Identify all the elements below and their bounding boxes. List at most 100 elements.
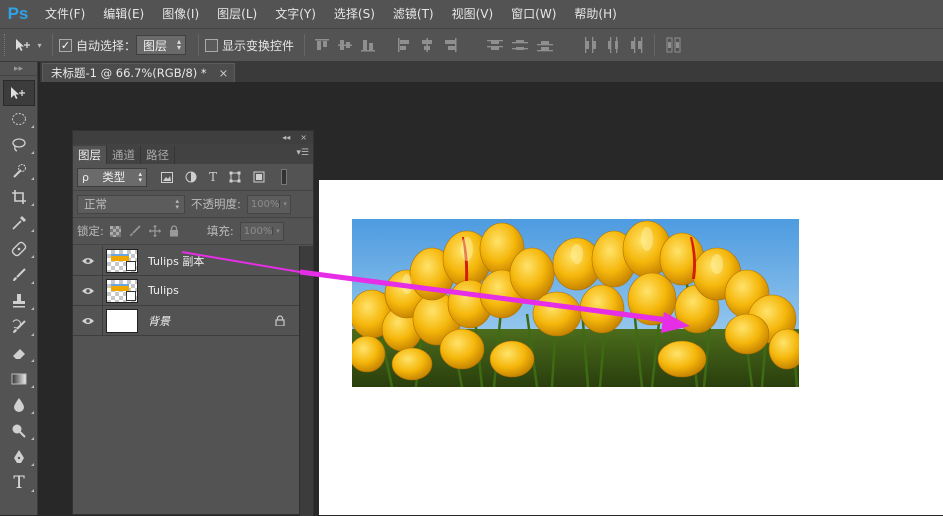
history-brush-tool[interactable] (0, 314, 38, 340)
menu-bar: Ps 文件(F) 编辑(E) 图像(I) 图层(L) 文字(Y) 选择(S) 滤… (0, 0, 943, 28)
layers-scrollbar[interactable] (299, 246, 313, 516)
menu-filter[interactable]: 滤镜(T) (384, 0, 443, 28)
auto-select-target-select[interactable]: 图层 ▴ ▾ (136, 35, 187, 55)
move-tool-icon (16, 39, 31, 51)
tab-channels[interactable]: 通道 (107, 146, 141, 164)
fill-input[interactable]: 100% ▾ (239, 221, 284, 241)
filter-toggle[interactable] (281, 169, 288, 185)
move-tool-icon (11, 87, 25, 99)
layer-name[interactable]: Tulips (148, 284, 179, 297)
blend-mode-select[interactable]: 正常 ▴ ▾ (77, 194, 185, 214)
visibility-toggle[interactable] (73, 305, 103, 336)
menu-edit[interactable]: 编辑(E) (94, 0, 153, 28)
menu-view[interactable]: 视图(V) (443, 0, 503, 28)
visibility-toggle[interactable] (73, 245, 103, 276)
opacity-label: 不透明度: (191, 197, 241, 211)
healing-brush-tool[interactable] (0, 236, 38, 262)
auto-align-layers-icon[interactable] (666, 37, 682, 53)
layer-thumbnail[interactable] (106, 278, 138, 303)
type-tool[interactable]: T (0, 470, 38, 496)
gradient-tool[interactable] (0, 366, 38, 392)
lasso-tool[interactable] (0, 132, 38, 158)
align-hcenter-icon[interactable] (420, 38, 434, 52)
menu-type[interactable]: 文字(Y) (266, 0, 325, 28)
move-tool-preset[interactable]: ▾ (10, 38, 46, 52)
marquee-tool[interactable] (0, 106, 38, 132)
auto-select-target-value: 图层 (143, 38, 168, 53)
layer-row-background[interactable]: 背景 (73, 305, 299, 336)
lock-position-icon[interactable] (148, 225, 161, 237)
blend-mode-value: 正常 (84, 197, 107, 211)
brush-tool[interactable] (0, 262, 38, 288)
blend-row: 正常 ▴ ▾ 不透明度: 100% ▾ (73, 191, 313, 218)
pen-icon (14, 450, 24, 463)
collapse-panel-icon[interactable]: ◂◂ (282, 133, 290, 142)
layer-name[interactable]: 背景 (148, 313, 170, 329)
visibility-toggle[interactable] (73, 275, 103, 306)
tab-layers[interactable]: 图层 (73, 146, 107, 164)
lock-buttons (109, 225, 179, 237)
layer-row-tulips-copy[interactable]: Tulips 副本 (73, 245, 299, 276)
filter-buttons: T (161, 169, 288, 185)
lock-all-icon[interactable] (169, 225, 179, 237)
menu-window[interactable]: 窗口(W) (502, 0, 565, 28)
crop-tool[interactable] (0, 184, 38, 210)
align-vcenter-icon[interactable] (338, 38, 353, 52)
type-layer-filter-icon[interactable]: T (209, 170, 217, 184)
layer-row-tulips[interactable]: Tulips (73, 275, 299, 306)
tools-collapse-icon[interactable]: ▸▸ (0, 62, 37, 76)
menu-image[interactable]: 图像(I) (153, 0, 208, 28)
align-bottom-icon[interactable] (361, 38, 376, 52)
clone-stamp-tool[interactable] (0, 288, 38, 314)
opacity-input[interactable]: 100% ▾ (246, 194, 291, 214)
fill-value: 100% (243, 225, 273, 237)
show-transform-checkbox[interactable] (205, 38, 219, 52)
eye-icon (81, 287, 94, 294)
move-tool[interactable] (3, 80, 35, 106)
layer-thumbnail[interactable] (106, 308, 138, 333)
chevron-down-icon[interactable]: ▾ (279, 200, 289, 208)
align-left-icon[interactable] (397, 38, 411, 52)
distribute-vcenter-icon[interactable] (512, 38, 529, 52)
divider (52, 34, 53, 56)
gradient-icon (11, 373, 27, 385)
layer-filter-select[interactable]: ρ 类型 ▴ ▾ (77, 167, 147, 187)
menu-help[interactable]: 帮助(H) (565, 0, 625, 28)
distribute-top-icon[interactable] (487, 38, 504, 52)
pen-tool[interactable] (0, 444, 38, 470)
distribute-left-icon[interactable] (583, 37, 597, 53)
menu-select[interactable]: 选择(S) (325, 0, 384, 28)
panel-menu-icon[interactable]: ▾☰ (296, 148, 309, 158)
align-top-icon[interactable] (315, 38, 330, 52)
smart-object-filter-icon[interactable] (253, 171, 265, 183)
close-icon[interactable]: × (219, 66, 229, 80)
blur-tool[interactable] (0, 392, 38, 418)
auto-select-checkbox[interactable]: ✓ (59, 38, 72, 52)
layer-filter-value: 类型 (102, 170, 126, 184)
pixel-layer-filter-icon[interactable] (161, 171, 173, 183)
menu-file[interactable]: 文件(F) (36, 0, 94, 28)
lock-transparency-icon[interactable] (109, 225, 121, 237)
eyedropper-tool[interactable] (0, 210, 38, 236)
adjustment-layer-filter-icon[interactable] (185, 171, 197, 183)
updown-icon: ▴ ▾ (177, 37, 182, 52)
eraser-tool[interactable] (0, 340, 38, 366)
distribute-hcenter-icon[interactable] (606, 37, 620, 53)
dodge-tool[interactable] (0, 418, 38, 444)
updown-icon: ▴ ▾ (138, 170, 142, 184)
tulips-image[interactable] (352, 219, 799, 387)
distribute-right-icon[interactable] (629, 37, 643, 53)
chevron-down-icon[interactable]: ▾ (272, 227, 282, 235)
quick-selection-tool[interactable] (0, 158, 38, 184)
align-right-icon[interactable] (443, 38, 457, 52)
close-panel-icon[interactable]: × (300, 133, 307, 142)
document-tab[interactable]: 未标题-1 @ 66.7%(RGB/8) * × (42, 63, 236, 82)
shape-layer-filter-icon[interactable] (229, 171, 241, 183)
layer-thumbnail[interactable] (106, 248, 138, 273)
tab-paths[interactable]: 路径 (141, 146, 175, 164)
layer-name[interactable]: Tulips 副本 (148, 253, 204, 269)
filter-row: ρ 类型 ▴ ▾ T (73, 164, 313, 191)
lock-pixels-icon[interactable] (129, 225, 141, 237)
menu-layer[interactable]: 图层(L) (208, 0, 266, 28)
distribute-bottom-icon[interactable] (537, 38, 554, 52)
